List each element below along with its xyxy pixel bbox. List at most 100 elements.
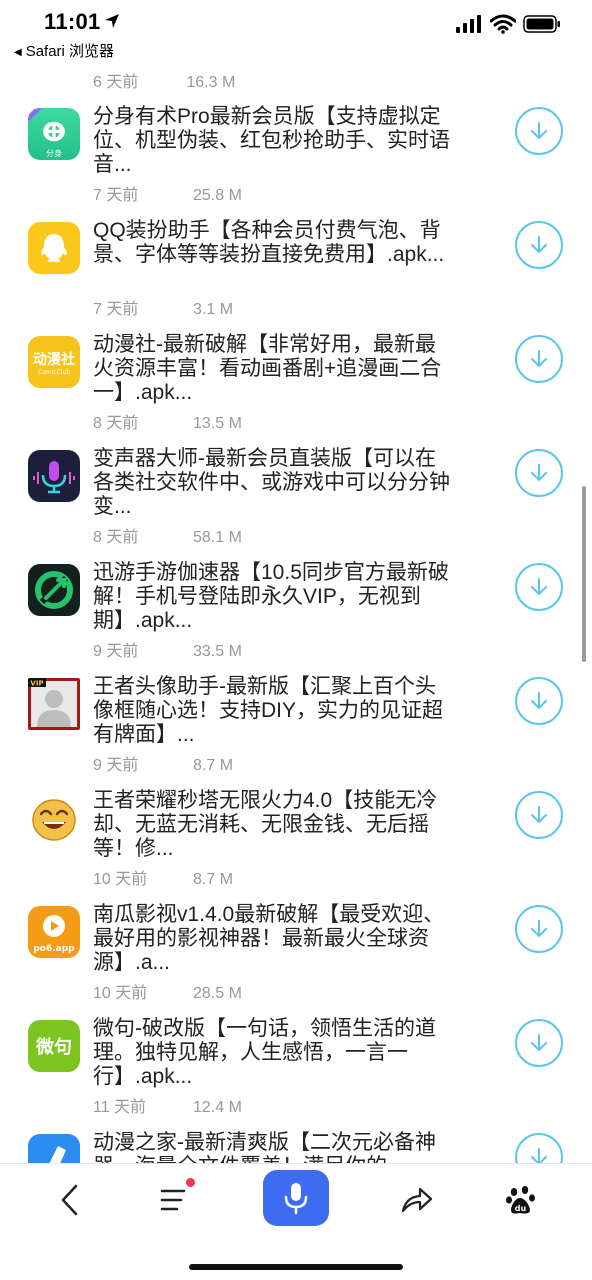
- item-size: 12.4 M: [193, 1099, 242, 1116]
- item-meta: 10 天前 28.5 M: [93, 979, 242, 1003]
- voice-search-button[interactable]: [263, 1170, 329, 1226]
- wifi-icon: [490, 14, 516, 34]
- list-item[interactable]: ⴲ 分身 分身有术Pro最新会员版【支持虚拟定位、机型伪装、红包秒抢助手、实时语…: [0, 96, 592, 210]
- back-to-safari-link[interactable]: ◀ Safari 浏览器: [14, 40, 114, 61]
- svg-text:ⴲ: ⴲ: [42, 118, 66, 148]
- item-title[interactable]: 分身有术Pro最新会员版【支持虚拟定位、机型伪装、红包秒抢助手、实时语音...: [93, 105, 453, 177]
- item-meta: 9 天前 33.5 M: [93, 637, 242, 661]
- item-size: 28.5 M: [193, 985, 242, 1002]
- weiju-app-icon: 微句: [28, 1020, 80, 1072]
- item-size: 33.5 M: [193, 643, 242, 660]
- svg-text:分身: 分身: [46, 148, 62, 158]
- home-indicator[interactable]: [189, 1264, 403, 1270]
- item-size: 58.1 M: [193, 529, 242, 546]
- chevron-left-icon: [61, 1184, 78, 1216]
- download-arrow-icon: [531, 806, 547, 823]
- back-button[interactable]: [48, 1178, 92, 1222]
- item-size: 13.5 M: [193, 415, 242, 432]
- status-time: 11:01: [44, 9, 101, 34]
- cellular-signal-icon: [456, 15, 481, 33]
- download-button[interactable]: [515, 563, 563, 611]
- download-arrow-icon: [531, 350, 547, 367]
- status-bar: 11:01 ◀ Safari 浏览器: [0, 0, 592, 62]
- download-arrow-icon: [531, 692, 547, 709]
- vertical-scrollbar[interactable]: [582, 486, 586, 662]
- notification-badge: [186, 1178, 195, 1187]
- menu-icon: [160, 1189, 186, 1211]
- svg-text:动漫社: 动漫社: [33, 351, 75, 368]
- item-date: 7 天前: [93, 187, 139, 204]
- partial-item-meta: 6 天前 16.3 M: [93, 68, 235, 92]
- list-item[interactable]: QQ装扮助手【各种会员付费气泡、背景、字体等等装扮直接免费用】.apk... 7…: [0, 210, 592, 324]
- download-arrow-icon: [531, 578, 547, 595]
- svg-text:du: du: [515, 1204, 527, 1213]
- download-button[interactable]: [515, 107, 563, 155]
- list-item[interactable]: 王者荣耀秒塔无限火力4.0【技能无冷却、无蓝无消耗、无限金钱、无后摇等！修...…: [0, 780, 592, 894]
- item-title[interactable]: 迅游手游伽速器【10.5同步官方最新破解！手机号登陆即永久VIP，无视到期】.a…: [93, 561, 453, 633]
- page: 11:01 ◀ Safari 浏览器 6 天前 16.3 M ⴲ 分身 分身有术…: [0, 0, 592, 1280]
- bottom-toolbar: du: [0, 1163, 592, 1280]
- fenshen-app-icon: ⴲ 分身: [28, 108, 80, 160]
- share-arrow-icon: [401, 1187, 433, 1213]
- item-date: 10 天前: [93, 871, 148, 888]
- item-date: 10 天前: [93, 985, 148, 1002]
- location-arrow-icon: [105, 14, 119, 28]
- list-item[interactable]: 迅游手游伽速器【10.5同步官方最新破解！手机号登陆即永久VIP，无视到期】.a…: [0, 552, 592, 666]
- item-date: 7 天前: [93, 301, 139, 318]
- back-triangle-icon: ◀: [14, 47, 22, 58]
- share-button[interactable]: [395, 1178, 439, 1222]
- item-title[interactable]: 变声器大师-最新会员直装版【可以在各类社交软件中、或游戏中可以分分钟变...: [93, 447, 453, 519]
- download-button[interactable]: [515, 791, 563, 839]
- list-item[interactable]: 微句 微句-破改版【一句话，领悟生活的道理。独特见解，人生感悟，一言一行】.ap…: [0, 1008, 592, 1122]
- battery-icon: [523, 15, 560, 33]
- item-size: 8.7 M: [193, 871, 234, 888]
- app-list: ⴲ 分身 分身有术Pro最新会员版【支持虚拟定位、机型伪装、红包秒抢助手、实时语…: [0, 96, 592, 1236]
- download-button[interactable]: [515, 449, 563, 497]
- xunyou-app-icon: [28, 564, 80, 616]
- item-date: 8 天前: [93, 415, 139, 432]
- baidu-paw-button[interactable]: du: [499, 1178, 543, 1222]
- item-size: 25.8 M: [193, 187, 242, 204]
- nangua-app-icon: po6.app: [28, 906, 80, 958]
- item-title[interactable]: QQ装扮助手【各种会员付费气泡、背景、字体等等装扮直接免费用】.apk...: [93, 219, 453, 267]
- item-meta: 7 天前 3.1 M: [93, 295, 233, 319]
- download-arrow-icon: [531, 236, 547, 253]
- item-date: 8 天前: [93, 529, 139, 546]
- download-arrow-icon: [531, 122, 547, 139]
- item-size: 8.7 M: [193, 757, 234, 774]
- voice-changer-app-icon: [28, 450, 80, 502]
- list-item[interactable]: VIP 王者头像助手-最新版【汇聚上百个头像框随心选！支持DIY，实力的见证超有…: [0, 666, 592, 780]
- item-title[interactable]: 微句-破改版【一句话，领悟生活的道理。独特见解，人生感悟，一言一行】.apk..…: [93, 1017, 453, 1089]
- download-button[interactable]: [515, 677, 563, 725]
- qq-penguin-app-icon: [28, 222, 80, 274]
- item-title[interactable]: 王者头像助手-最新版【汇聚上百个头像框随心选！支持DIY，实力的见证超有牌面】.…: [93, 675, 453, 747]
- item-title[interactable]: 南瓜影视v1.4.0最新破解【最受欢迎、最好用的影视神器！最新最火全球资源】.a…: [93, 903, 453, 975]
- download-arrow-icon: [531, 464, 547, 481]
- list-item[interactable]: 动漫社 ComicClub 动漫社-最新破解【非常好用，最新最火资源丰富！看动画…: [0, 324, 592, 438]
- item-date: 9 天前: [93, 643, 139, 660]
- list-item[interactable]: 变声器大师-最新会员直装版【可以在各类社交软件中、或游戏中可以分分钟变... 8…: [0, 438, 592, 552]
- item-date: 9 天前: [93, 757, 139, 774]
- laughing-emoji-app-icon: [28, 792, 80, 844]
- dongmanshe-app-icon: 动漫社 ComicClub: [28, 336, 80, 388]
- item-title[interactable]: 王者荣耀秒塔无限火力4.0【技能无冷却、无蓝无消耗、无限金钱、无后摇等！修...: [93, 789, 453, 861]
- item-date: 11 天前: [93, 1099, 147, 1116]
- item-size: 16.3 M: [186, 74, 236, 91]
- item-size: 3.1 M: [193, 301, 234, 318]
- download-button[interactable]: [515, 905, 563, 953]
- list-item[interactable]: po6.app 南瓜影视v1.4.0最新破解【最受欢迎、最好用的影视神器！最新最…: [0, 894, 592, 1008]
- item-title[interactable]: 动漫社-最新破解【非常好用，最新最火资源丰富！看动画番剧+追漫画二合一】.apk…: [93, 333, 453, 405]
- back-to-safari-label: Safari 浏览器: [25, 43, 115, 60]
- svg-text:微句: 微句: [35, 1036, 72, 1058]
- download-button[interactable]: [515, 1019, 563, 1067]
- item-meta: 10 天前 8.7 M: [93, 865, 233, 889]
- download-button[interactable]: [515, 221, 563, 269]
- download-button[interactable]: [515, 335, 563, 383]
- item-meta: 11 天前 12.4 M: [93, 1093, 242, 1117]
- svg-text:po6.app: po6.app: [33, 944, 75, 954]
- item-date: 6 天前: [93, 74, 139, 91]
- avatar-app-icon: VIP: [28, 678, 80, 730]
- svg-text:VIP: VIP: [30, 680, 43, 688]
- microphone-icon: [284, 1183, 308, 1215]
- baidu-paw-icon: du: [506, 1186, 535, 1214]
